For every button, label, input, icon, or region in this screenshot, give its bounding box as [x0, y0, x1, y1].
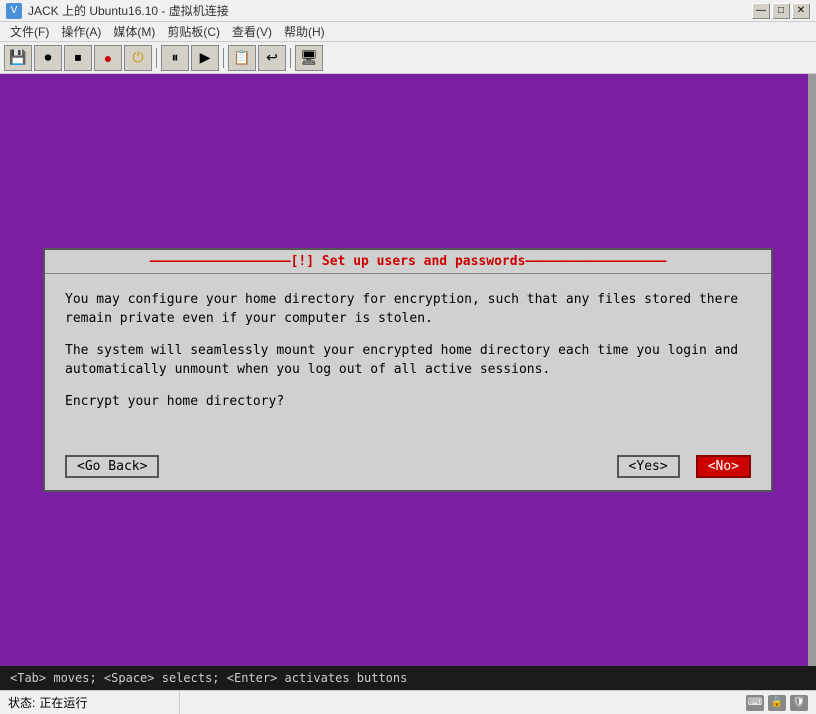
keyboard-icon: ⌨ — [746, 695, 764, 711]
menu-bar: 文件(F) 操作(A) 媒体(M) 剪贴板(C) 查看(V) 帮助(H) — [0, 22, 816, 42]
shield-icon: 🛡 — [790, 695, 808, 711]
toolbar-separator-1 — [156, 48, 157, 68]
yes-button[interactable]: <Yes> — [617, 455, 680, 478]
dialog-title: ——————————————————[!] Set up users and p… — [45, 250, 771, 274]
vm-status-bar: <Tab> moves; <Space> selects; <Enter> ac… — [0, 666, 816, 690]
toolbar-clipboard[interactable]: 📋 — [228, 45, 256, 71]
toolbar-red[interactable]: ● — [94, 45, 122, 71]
dialog-question: Encrypt your home directory? — [65, 392, 751, 412]
dialog-body: You may configure your home directory fo… — [45, 274, 771, 448]
toolbar: 💾 ⏺ ⏹ ● ⏻ ⏸ ▶ 📋 ↩ 🖥 — [0, 42, 816, 74]
status-left: 状态: 正在运行 — [0, 691, 180, 714]
minimize-button[interactable]: — — [752, 3, 770, 19]
window-icon: V — [6, 3, 22, 19]
title-bar: V JACK 上的 Ubuntu16.10 - 虚拟机连接 — □ ✕ — [0, 0, 816, 22]
menu-help[interactable]: 帮助(H) — [278, 21, 331, 42]
dialog-paragraph2: The system will seamlessly mount your en… — [65, 341, 751, 380]
menu-file[interactable]: 文件(F) — [4, 21, 55, 42]
toolbar-monitor[interactable]: 🖥 — [295, 45, 323, 71]
close-button[interactable]: ✕ — [792, 3, 810, 19]
toolbar-pause[interactable]: ⏸ — [161, 45, 189, 71]
menu-media[interactable]: 媒体(M) — [107, 21, 161, 42]
maximize-button[interactable]: □ — [772, 3, 790, 19]
window-title: JACK 上的 Ubuntu16.10 - 虚拟机连接 — [28, 2, 746, 19]
menu-view[interactable]: 查看(V) — [226, 21, 278, 42]
dialog-buttons: <Go Back> <Yes> <No> — [45, 447, 771, 490]
vm-status-text: <Tab> moves; <Space> selects; <Enter> ac… — [10, 671, 407, 685]
scrollbar-hint — [808, 74, 816, 666]
toolbar-stop[interactable]: ⏹ — [64, 45, 92, 71]
vm-display: ——————————————————[!] Set up users and p… — [0, 74, 816, 666]
window-status-bar: 状态: 正在运行 ⌨ 🔒 🛡 — [0, 690, 816, 714]
status-right: ⌨ 🔒 🛡 — [738, 695, 816, 711]
lock-icon: 🔒 — [768, 695, 786, 711]
toolbar-power[interactable]: ⏻ — [124, 45, 152, 71]
window-controls: — □ ✕ — [752, 3, 810, 19]
toolbar-separator-3 — [290, 48, 291, 68]
dialog-paragraph1: You may configure your home directory fo… — [65, 290, 751, 329]
status-value: 正在运行 — [39, 694, 87, 711]
go-back-button[interactable]: <Go Back> — [65, 455, 159, 478]
menu-action[interactable]: 操作(A) — [55, 21, 107, 42]
toolbar-play[interactable]: ▶ — [191, 45, 219, 71]
menu-clipboard[interactable]: 剪贴板(C) — [161, 21, 226, 42]
toolbar-separator-2 — [223, 48, 224, 68]
setup-dialog: ——————————————————[!] Set up users and p… — [43, 248, 773, 493]
no-button[interactable]: <No> — [696, 455, 751, 478]
toolbar-save[interactable]: 💾 — [4, 45, 32, 71]
toolbar-record[interactable]: ⏺ — [34, 45, 62, 71]
status-label: 状态: — [8, 694, 35, 711]
toolbar-undo[interactable]: ↩ — [258, 45, 286, 71]
